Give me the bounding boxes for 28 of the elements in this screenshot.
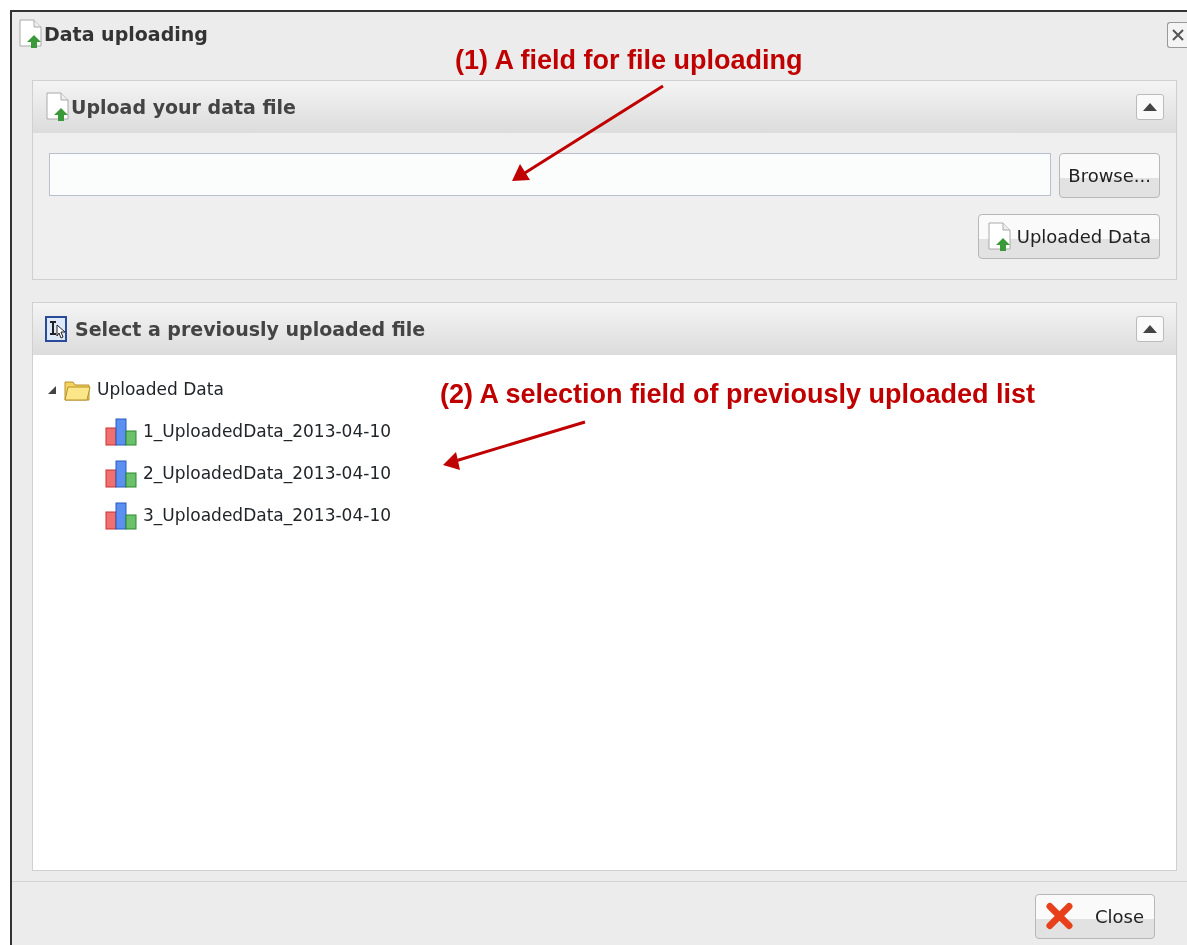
file-field[interactable]: [49, 153, 1052, 196]
close-dialog-button[interactable]: Close: [1035, 893, 1155, 939]
annotation-label: (2) A selection field of previously uploaded list: [440, 378, 1036, 411]
panel-title: Select a previously uploaded file: [75, 316, 426, 342]
select-cursor-icon: [45, 316, 69, 342]
file-upload-icon: [18, 19, 44, 49]
bar-chart-icon: [105, 502, 137, 530]
annotation-label: (1) A field for file uploading: [455, 44, 803, 77]
window-title: Data uploading: [44, 21, 208, 47]
folder-icon: [63, 378, 91, 402]
close-button[interactable]: [1167, 22, 1187, 48]
collapse-button[interactable]: [1136, 94, 1164, 120]
uploaded-data-button[interactable]: Uploaded Data: [977, 214, 1160, 259]
tree-item[interactable]: 3_UploadedData_2013-04-10: [105, 495, 392, 537]
collapse-icon: [1143, 325, 1157, 333]
collapse-icon: [1143, 103, 1157, 111]
bar-chart-icon: [105, 418, 137, 446]
collapse-button[interactable]: [1136, 316, 1164, 342]
bar-chart-icon: [105, 460, 137, 488]
tree-item[interactable]: 2_UploadedData_2013-04-10: [105, 453, 392, 495]
tree-item[interactable]: 1_UploadedData_2013-04-10: [105, 411, 392, 453]
file-upload-icon: [986, 221, 1013, 252]
file-upload-icon: [45, 92, 71, 122]
close-icon: [1171, 29, 1184, 41]
panel-title: Upload your data file: [71, 94, 296, 120]
close-icon: [1046, 902, 1073, 930]
browse-button[interactable]: Browse...: [1059, 153, 1160, 198]
tree-item[interactable]: Uploaded Data: [47, 369, 224, 411]
